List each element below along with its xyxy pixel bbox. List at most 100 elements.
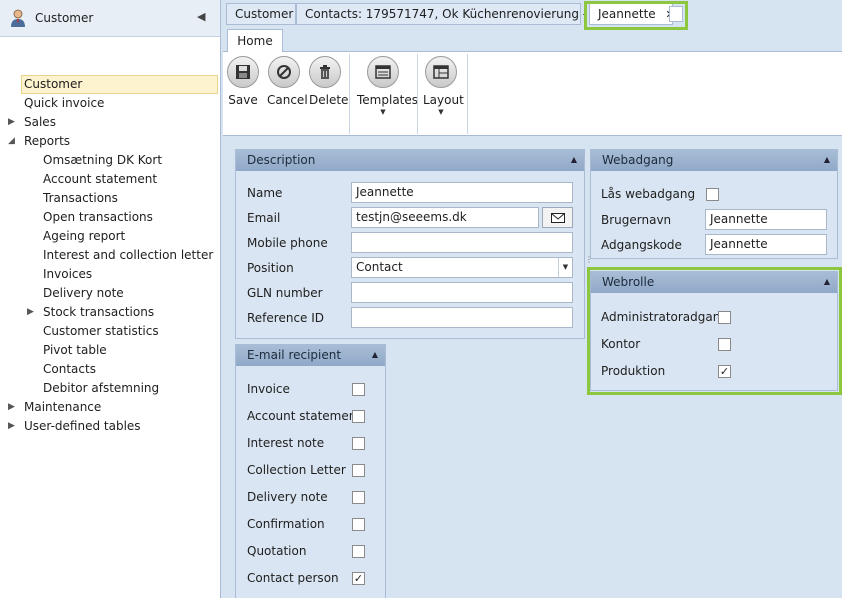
confirmation-label: Confirmation xyxy=(247,517,325,531)
save-icon xyxy=(236,65,250,79)
confirmation-checkbox[interactable] xyxy=(352,518,365,531)
email-field[interactable]: testjn@seeems.dk xyxy=(351,207,539,228)
document-tab-bar: Customer Contacts: 179571747, Ok Küchenr… xyxy=(223,0,842,28)
sidebar-item-transactions[interactable]: Transactions xyxy=(43,189,118,208)
collapse-up-icon[interactable]: ▲ xyxy=(824,150,830,170)
templates-icon xyxy=(375,65,391,79)
collection-letter-checkbox[interactable] xyxy=(352,464,365,477)
send-email-button[interactable] xyxy=(542,207,573,228)
expand-arrow-icon[interactable]: ▶ xyxy=(8,398,15,417)
sidebar-item-account-statement[interactable]: Account statement xyxy=(43,170,157,189)
ribbon-separator xyxy=(349,54,350,134)
position-value: Contact xyxy=(356,260,403,274)
sidebar-item-customer-statistics[interactable]: Customer statistics xyxy=(43,322,159,341)
webadgang-title: Webadgang xyxy=(602,153,674,167)
dropdown-icon: ▼ xyxy=(380,108,386,116)
highlight-tab-box xyxy=(584,1,688,30)
reference-id-label: Reference ID xyxy=(247,311,325,325)
adgangskode-label: Adgangskode xyxy=(601,238,682,252)
gln-number-label: GLN number xyxy=(247,286,323,300)
layout-icon xyxy=(433,65,449,79)
sidebar-item-omsaetning[interactable]: Omsætning DK Kort xyxy=(43,151,162,170)
delete-button[interactable]: Delete xyxy=(309,56,348,107)
position-label: Position xyxy=(247,261,294,275)
save-label: Save xyxy=(228,93,258,107)
interest-note-label: Interest note xyxy=(247,436,325,450)
ribbon-separator xyxy=(417,54,418,134)
description-header[interactable]: Description ▲ xyxy=(236,150,584,171)
account-statement-checkbox[interactable] xyxy=(352,410,365,423)
templates-button[interactable]: Templates ▼ xyxy=(357,56,418,116)
adgangskode-field[interactable]: Jeannette xyxy=(705,234,827,255)
sidebar-item-reports[interactable]: Reports xyxy=(24,132,70,151)
name-label: Name xyxy=(247,186,283,200)
webadgang-header[interactable]: Webadgang ▲ xyxy=(591,150,837,171)
brugernavn-field[interactable]: Jeannette xyxy=(705,209,827,230)
dropdown-icon[interactable]: ▼ xyxy=(558,258,572,277)
position-select[interactable]: Contact ▼ xyxy=(351,257,573,278)
tab-customer[interactable]: Customer xyxy=(226,3,296,25)
sidebar-item-sales[interactable]: Sales xyxy=(24,113,56,132)
expand-arrow-icon[interactable]: ▶ xyxy=(8,417,15,436)
envelope-icon xyxy=(550,212,565,223)
las-webadgang-label: Lås webadgang xyxy=(601,187,696,201)
contact-person-label: Contact person xyxy=(247,571,339,585)
sidebar: Customer ◀ Customer Quick invoice ▶ Sale… xyxy=(0,0,221,598)
highlight-webrolle-box xyxy=(587,267,842,395)
expand-arrow-icon[interactable]: ▶ xyxy=(8,113,15,132)
sidebar-item-customer[interactable]: Customer xyxy=(21,75,218,94)
collapse-up-icon[interactable]: ▲ xyxy=(372,345,378,365)
layout-label: Layout xyxy=(423,93,464,107)
tab-home[interactable]: Home xyxy=(227,29,283,52)
brugernavn-label: Brugernavn xyxy=(601,213,672,227)
sidebar-item-quick-invoice[interactable]: Quick invoice xyxy=(24,94,104,113)
email-recipient-header[interactable]: E-mail recipient ▲ xyxy=(236,345,385,366)
delivery-note-checkbox[interactable] xyxy=(352,491,365,504)
save-button[interactable]: Save xyxy=(227,56,259,107)
sidebar-item-stock-transactions[interactable]: Stock transactions xyxy=(43,303,154,322)
delivery-note-label: Delivery note xyxy=(247,490,328,504)
sidebar-item-ageing-report[interactable]: Ageing report xyxy=(43,227,125,246)
tab-contacts[interactable]: Contacts: 179571747, Ok Küchenrenovierun… xyxy=(296,3,627,25)
mobile-phone-label: Mobile phone xyxy=(247,236,328,250)
sidebar-item-invoices[interactable]: Invoices xyxy=(43,265,92,284)
expand-arrow-icon[interactable]: ▶ xyxy=(27,303,34,322)
sidebar-item-debitor-afstemning[interactable]: Debitor afstemning xyxy=(43,379,159,398)
collection-letter-label: Collection Letter xyxy=(247,463,346,477)
sidebar-item-maintenance[interactable]: Maintenance xyxy=(24,398,101,417)
sidebar-item-contacts[interactable]: Contacts xyxy=(43,360,96,379)
ribbon-separator xyxy=(467,54,468,134)
sidebar-item-pivot-table[interactable]: Pivot table xyxy=(43,341,107,360)
customer-person-icon xyxy=(11,9,25,27)
cancel-button[interactable]: Cancel xyxy=(267,56,308,107)
email-label: Email xyxy=(247,211,281,225)
name-field[interactable]: Jeannette xyxy=(351,182,573,203)
ribbon: Save Cancel Delete Templates ▼ Layout ▼ xyxy=(223,51,842,136)
sidebar-item-delivery-note[interactable]: Delivery note xyxy=(43,284,124,303)
contact-person-checkbox[interactable]: ✓ xyxy=(352,572,365,585)
reference-id-field[interactable] xyxy=(351,307,573,328)
sidebar-item-interest-collection[interactable]: Interest and collection letter xyxy=(43,246,213,265)
las-webadgang-checkbox[interactable] xyxy=(706,188,719,201)
sidebar-item-open-transactions[interactable]: Open transactions xyxy=(43,208,153,227)
cancel-label: Cancel xyxy=(267,93,308,107)
gln-number-field[interactable] xyxy=(351,282,573,303)
sidebar-item-user-defined-tables[interactable]: User-defined tables xyxy=(24,417,141,436)
mobile-phone-field[interactable] xyxy=(351,232,573,253)
dropdown-icon: ▼ xyxy=(438,108,444,116)
collapse-left-icon[interactable]: ◀ xyxy=(197,10,205,23)
quotation-checkbox[interactable] xyxy=(352,545,365,558)
description-title: Description xyxy=(247,153,316,167)
collapse-up-icon[interactable]: ▲ xyxy=(571,150,577,170)
expanded-arrow-icon[interactable]: ◢ xyxy=(8,132,15,151)
trash-icon xyxy=(320,65,330,79)
quotation-label: Quotation xyxy=(247,544,307,558)
email-recipient-panel: E-mail recipient ▲ Invoice Account statem… xyxy=(235,344,386,598)
interest-note-checkbox[interactable] xyxy=(352,437,365,450)
account-statement-label: Account statement xyxy=(247,409,362,423)
invoice-checkbox[interactable] xyxy=(352,383,365,396)
cancel-icon xyxy=(277,65,291,79)
description-panel: Description ▲ Name Jeannette Email testjn… xyxy=(235,149,585,339)
layout-button[interactable]: Layout ▼ xyxy=(423,56,464,116)
email-recipient-title: E-mail recipient xyxy=(247,348,342,362)
